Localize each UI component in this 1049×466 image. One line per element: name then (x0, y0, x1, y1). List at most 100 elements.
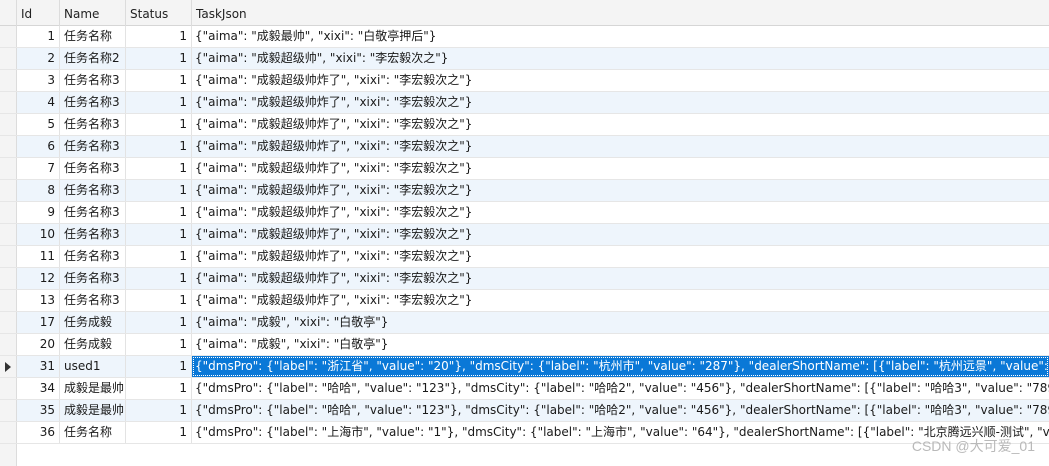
cell-id[interactable]: 34 (17, 378, 60, 399)
cell-status[interactable]: 1 (126, 136, 192, 157)
cell-status[interactable]: 1 (126, 312, 192, 333)
table-row[interactable]: 4 任务名称3 1 {"aima": "成毅超级帅炸了", "xixi": "李宏毅次… (0, 92, 1049, 114)
cell-status[interactable]: 1 (126, 180, 192, 201)
table-row[interactable]: 9 任务名称3 1 {"aima": "成毅超级帅炸了", "xixi": "李宏毅次… (0, 202, 1049, 224)
cell-taskjson[interactable]: {"aima": "成毅", "xixi": "白敬亭"} (192, 312, 1049, 333)
cell-status[interactable]: 1 (126, 334, 192, 355)
cell-taskjson[interactable]: {"aima": "成毅超级帅炸了", "xixi": "李宏毅次之"} (192, 202, 1049, 223)
cell-status[interactable]: 1 (126, 422, 192, 443)
row-selector[interactable] (0, 92, 17, 113)
cell-name[interactable]: 任务名称3 (60, 224, 126, 245)
cell-id[interactable]: 1 (17, 26, 60, 47)
row-selector[interactable] (0, 114, 17, 135)
table-row[interactable]: 5 任务名称3 1 {"aima": "成毅超级帅炸了", "xixi": "李宏毅次… (0, 114, 1049, 136)
cell-id[interactable]: 31 (17, 356, 60, 377)
table-row[interactable]: 12 任务名称3 1 {"aima": "成毅超级帅炸了", "xixi": "李宏毅… (0, 268, 1049, 290)
cell-status[interactable]: 1 (126, 114, 192, 135)
column-header-taskjson[interactable]: TaskJson (192, 0, 1049, 26)
table-row[interactable]: 17 任务成毅 1 {"aima": "成毅", "xixi": "白敬亭"} (0, 312, 1049, 334)
cell-id[interactable]: 17 (17, 312, 60, 333)
cell-name[interactable]: used1 (60, 356, 126, 377)
cell-taskjson[interactable]: {"aima": "成毅最帅", "xixi": "白敬亭押后"} (192, 26, 1049, 47)
cell-name[interactable]: 任务成毅 (60, 312, 126, 333)
row-selector[interactable] (0, 26, 17, 47)
cell-name[interactable]: 任务名称3 (60, 180, 126, 201)
cell-name[interactable]: 任务名称3 (60, 246, 126, 267)
cell-status[interactable]: 1 (126, 290, 192, 311)
table-row[interactable]: 35成毅是最帅的1{"dmsPro": {"label": "哈哈", "val… (0, 400, 1049, 422)
table-row[interactable]: 8 任务名称3 1 {"aima": "成毅超级帅炸了", "xixi": "李宏毅次… (0, 180, 1049, 202)
cell-id[interactable]: 12 (17, 268, 60, 289)
table-row[interactable]: 36 任务名称 1 {"dmsPro": {"label": "上海市", "valu… (0, 422, 1049, 444)
table-row[interactable]: 34成毅是最帅的1{"dmsPro": {"label": "哈哈", "val… (0, 378, 1049, 400)
cell-taskjson[interactable]: {"aima": "成毅超级帅炸了", "xixi": "李宏毅次之"} (192, 246, 1049, 267)
cell-status[interactable]: 1 (126, 48, 192, 69)
cell-taskjson[interactable]: {"aima": "成毅超级帅炸了", "xixi": "李宏毅次之"} (192, 136, 1049, 157)
cell-name[interactable]: 任务名称2 (60, 48, 126, 69)
table-row[interactable]: 13 任务名称3 1 {"aima": "成毅超级帅炸了", "xixi": "李宏毅… (0, 290, 1049, 312)
cell-name[interactable]: 任务名称3 (60, 114, 126, 135)
cell-status[interactable]: 1 (126, 202, 192, 223)
cell-taskjson[interactable]: {"aima": "成毅超级帅炸了", "xixi": "李宏毅次之"} (192, 224, 1049, 245)
cell-taskjson[interactable]: {"aima": "成毅超级帅炸了", "xixi": "李宏毅次之"} (192, 158, 1049, 179)
row-selector[interactable] (0, 268, 17, 289)
column-header-id[interactable]: Id (17, 0, 60, 26)
table-row[interactable]: 3 任务名称3 1 {"aima": "成毅超级帅炸了", "xixi": "李宏毅次… (0, 70, 1049, 92)
row-selector[interactable] (0, 202, 17, 223)
cell-name[interactable]: 任务名称3 (60, 70, 126, 91)
row-selector[interactable] (0, 158, 17, 179)
cell-taskjson[interactable]: {"aima": "成毅超级帅炸了", "xixi": "李宏毅次之"} (192, 290, 1049, 311)
cell-status[interactable]: 1 (126, 224, 192, 245)
cell-id[interactable]: 4 (17, 92, 60, 113)
cell-name[interactable]: 任务名称3 (60, 92, 126, 113)
cell-taskjson[interactable]: {"dmsPro": {"label": "浙江省", "value": "20… (192, 356, 1049, 377)
cell-taskjson[interactable]: {"aima": "成毅超级帅炸了", "xixi": "李宏毅次之"} (192, 70, 1049, 91)
cell-name[interactable]: 成毅是最帅的 (60, 378, 126, 399)
table-row[interactable]: 6 任务名称3 1 {"aima": "成毅超级帅炸了", "xixi": "李宏毅次… (0, 136, 1049, 158)
row-selector[interactable] (0, 246, 17, 267)
row-selector[interactable] (0, 48, 17, 69)
cell-id[interactable]: 20 (17, 334, 60, 355)
cell-taskjson[interactable]: {"aima": "成毅超级帅炸了", "xixi": "李宏毅次之"} (192, 114, 1049, 135)
table-row[interactable]: 20 任务成毅 1 {"aima": "成毅", "xixi": "白敬亭"} (0, 334, 1049, 356)
cell-name[interactable]: 任务名称3 (60, 158, 126, 179)
cell-name[interactable]: 任务名称3 (60, 268, 126, 289)
cell-taskjson[interactable]: {"aima": "成毅", "xixi": "白敬亭"} (192, 334, 1049, 355)
cell-name[interactable]: 成毅是最帅的 (60, 400, 126, 421)
data-grid[interactable]: Id Name Status TaskJson 1 任务名称 1 {"aima": "… (0, 0, 1049, 466)
cell-id[interactable]: 13 (17, 290, 60, 311)
cell-status[interactable]: 1 (126, 92, 192, 113)
row-selector[interactable] (0, 422, 17, 443)
cell-id[interactable]: 35 (17, 400, 60, 421)
cell-name[interactable]: 任务名称 (60, 26, 126, 47)
cell-status[interactable]: 1 (126, 356, 192, 377)
cell-id[interactable]: 9 (17, 202, 60, 223)
row-selector[interactable] (0, 356, 17, 377)
row-selector[interactable] (0, 136, 17, 157)
row-selector[interactable] (0, 312, 17, 333)
cell-status[interactable]: 1 (126, 400, 192, 421)
cell-id[interactable]: 3 (17, 70, 60, 91)
row-selector[interactable] (0, 378, 17, 399)
cell-name[interactable]: 任务名称 (60, 422, 126, 443)
table-row[interactable]: 2 任务名称2 1 {"aima": "成毅超级帅", "xixi": "李宏毅次之"… (0, 48, 1049, 70)
column-header-status[interactable]: Status (126, 0, 192, 26)
cell-status[interactable]: 1 (126, 70, 192, 91)
row-selector[interactable] (0, 334, 17, 355)
row-selector-header[interactable] (0, 0, 17, 26)
cell-id[interactable]: 8 (17, 180, 60, 201)
cell-status[interactable]: 1 (126, 268, 192, 289)
cell-id[interactable]: 36 (17, 422, 60, 443)
cell-id[interactable]: 10 (17, 224, 60, 245)
table-row[interactable]: 10 任务名称3 1 {"aima": "成毅超级帅炸了", "xixi": "李宏毅… (0, 224, 1049, 246)
cell-name[interactable]: 任务名称3 (60, 202, 126, 223)
row-selector[interactable] (0, 70, 17, 91)
cell-id[interactable]: 6 (17, 136, 60, 157)
row-selector[interactable] (0, 400, 17, 421)
row-selector[interactable] (0, 290, 17, 311)
cell-name[interactable]: 任务成毅 (60, 334, 126, 355)
cell-id[interactable]: 11 (17, 246, 60, 267)
cell-status[interactable]: 1 (126, 158, 192, 179)
table-row[interactable]: 7 任务名称3 1 {"aima": "成毅超级帅炸了", "xixi": "李宏毅次… (0, 158, 1049, 180)
cell-taskjson[interactable]: {"dmsPro": {"label": "哈哈", "value": "123… (192, 400, 1049, 421)
